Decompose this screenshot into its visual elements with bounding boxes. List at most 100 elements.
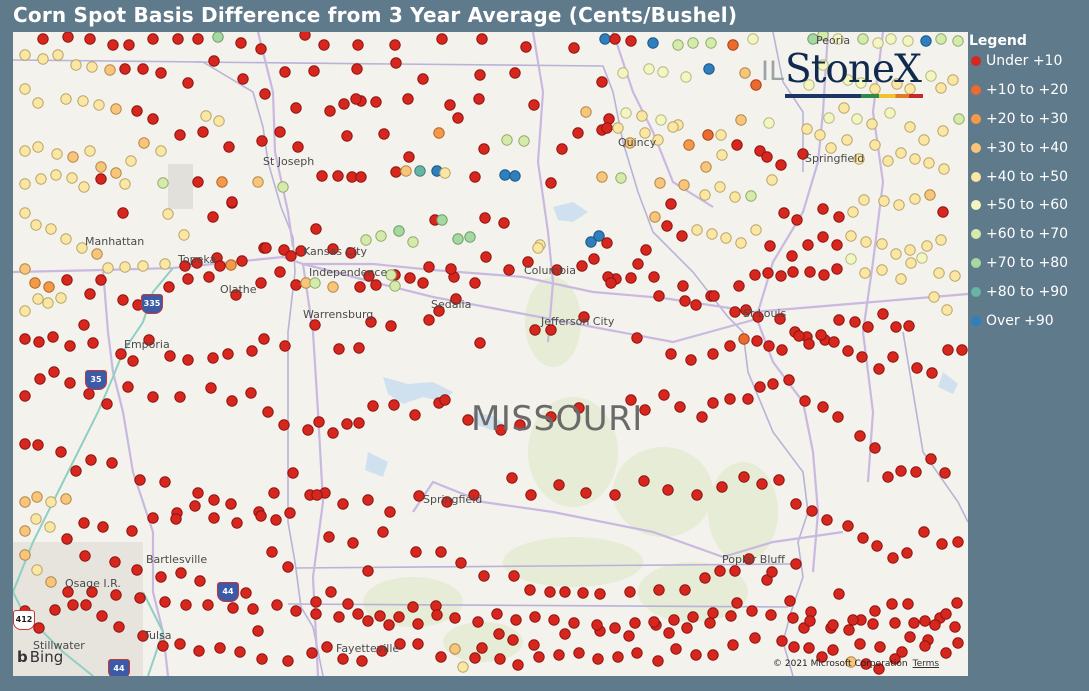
site-marker[interactable]: [729, 306, 741, 318]
site-marker[interactable]: [766, 174, 778, 186]
site-marker[interactable]: [473, 93, 485, 105]
site-marker[interactable]: [271, 599, 283, 611]
site-marker[interactable]: [601, 237, 613, 249]
site-marker[interactable]: [19, 83, 31, 95]
site-marker[interactable]: [192, 176, 204, 188]
site-marker[interactable]: [724, 393, 736, 405]
site-marker[interactable]: [909, 153, 921, 165]
site-marker[interactable]: [60, 233, 72, 245]
site-marker[interactable]: [903, 320, 915, 332]
site-marker[interactable]: [857, 33, 869, 45]
site-marker[interactable]: [360, 234, 372, 246]
site-marker[interactable]: [869, 139, 881, 151]
site-marker[interactable]: [123, 39, 135, 51]
site-marker[interactable]: [620, 107, 632, 119]
site-marker[interactable]: [67, 151, 79, 163]
site-marker[interactable]: [919, 640, 931, 652]
site-marker[interactable]: [478, 570, 490, 582]
site-marker[interactable]: [949, 621, 961, 633]
site-marker[interactable]: [231, 517, 243, 529]
site-marker[interactable]: [790, 498, 802, 510]
site-marker[interactable]: [636, 110, 648, 122]
site-marker[interactable]: [157, 177, 169, 189]
site-marker[interactable]: [333, 611, 345, 623]
site-marker[interactable]: [131, 564, 143, 576]
site-marker[interactable]: [214, 260, 226, 272]
site-marker[interactable]: [258, 333, 270, 345]
site-marker[interactable]: [355, 171, 367, 183]
site-marker[interactable]: [95, 274, 107, 286]
site-marker[interactable]: [862, 321, 874, 333]
site-marker[interactable]: [102, 262, 114, 274]
site-marker[interactable]: [306, 647, 318, 659]
site-marker[interactable]: [735, 237, 747, 249]
site-marker[interactable]: [750, 224, 762, 236]
site-marker[interactable]: [170, 513, 182, 525]
site-marker[interactable]: [832, 411, 844, 423]
site-marker[interactable]: [350, 93, 362, 105]
site-marker[interactable]: [493, 628, 505, 640]
site-marker[interactable]: [107, 39, 119, 51]
site-marker[interactable]: [856, 351, 868, 363]
site-marker[interactable]: [654, 177, 666, 189]
site-marker[interactable]: [64, 340, 76, 352]
site-marker[interactable]: [501, 134, 513, 146]
site-marker[interactable]: [568, 617, 580, 629]
site-marker[interactable]: [775, 159, 787, 171]
site-marker[interactable]: [203, 271, 215, 283]
site-marker[interactable]: [518, 135, 530, 147]
site-marker[interactable]: [815, 329, 827, 341]
site-marker[interactable]: [735, 114, 747, 126]
site-marker[interactable]: [918, 526, 930, 538]
legend-item[interactable]: Under +10: [969, 53, 1068, 82]
site-marker[interactable]: [402, 93, 414, 105]
site-marker[interactable]: [674, 401, 686, 413]
site-marker[interactable]: [544, 586, 556, 598]
site-marker[interactable]: [901, 547, 913, 559]
site-marker[interactable]: [260, 242, 272, 254]
site-marker[interactable]: [474, 69, 486, 81]
site-marker[interactable]: [801, 123, 813, 135]
site-marker[interactable]: [529, 324, 541, 336]
site-marker[interactable]: [667, 121, 679, 133]
site-marker[interactable]: [799, 395, 811, 407]
site-marker[interactable]: [469, 171, 481, 183]
site-marker[interactable]: [910, 466, 922, 478]
site-marker[interactable]: [352, 39, 364, 51]
site-marker[interactable]: [70, 59, 82, 71]
site-marker[interactable]: [385, 269, 397, 281]
site-marker[interactable]: [525, 489, 537, 501]
site-marker[interactable]: [410, 546, 422, 558]
site-marker[interactable]: [904, 631, 916, 643]
site-marker[interactable]: [147, 512, 159, 524]
site-marker[interactable]: [601, 122, 613, 134]
site-marker[interactable]: [764, 240, 776, 252]
site-marker[interactable]: [859, 267, 871, 279]
site-marker[interactable]: [119, 63, 131, 75]
legend-item[interactable]: +40 to +50: [969, 169, 1068, 198]
site-marker[interactable]: [423, 261, 435, 273]
site-marker[interactable]: [255, 43, 267, 55]
site-marker[interactable]: [457, 661, 469, 673]
site-marker[interactable]: [222, 348, 234, 360]
site-marker[interactable]: [724, 340, 736, 352]
site-marker[interactable]: [285, 250, 297, 262]
site-marker[interactable]: [882, 155, 894, 167]
site-marker[interactable]: [256, 135, 268, 147]
site-marker[interactable]: [933, 267, 945, 279]
site-marker[interactable]: [533, 651, 545, 663]
site-marker[interactable]: [821, 514, 833, 526]
site-marker[interactable]: [804, 615, 816, 627]
legend-item[interactable]: +80 to +90: [969, 284, 1068, 313]
site-marker[interactable]: [49, 604, 61, 616]
site-marker[interactable]: [83, 388, 95, 400]
site-marker[interactable]: [947, 74, 959, 86]
site-marker[interactable]: [750, 79, 762, 91]
site-marker[interactable]: [524, 584, 536, 596]
site-marker[interactable]: [935, 33, 947, 45]
site-marker[interactable]: [138, 137, 150, 149]
site-marker[interactable]: [529, 611, 541, 623]
site-marker[interactable]: [790, 558, 802, 570]
site-marker[interactable]: [532, 242, 544, 254]
site-marker[interactable]: [389, 280, 401, 292]
